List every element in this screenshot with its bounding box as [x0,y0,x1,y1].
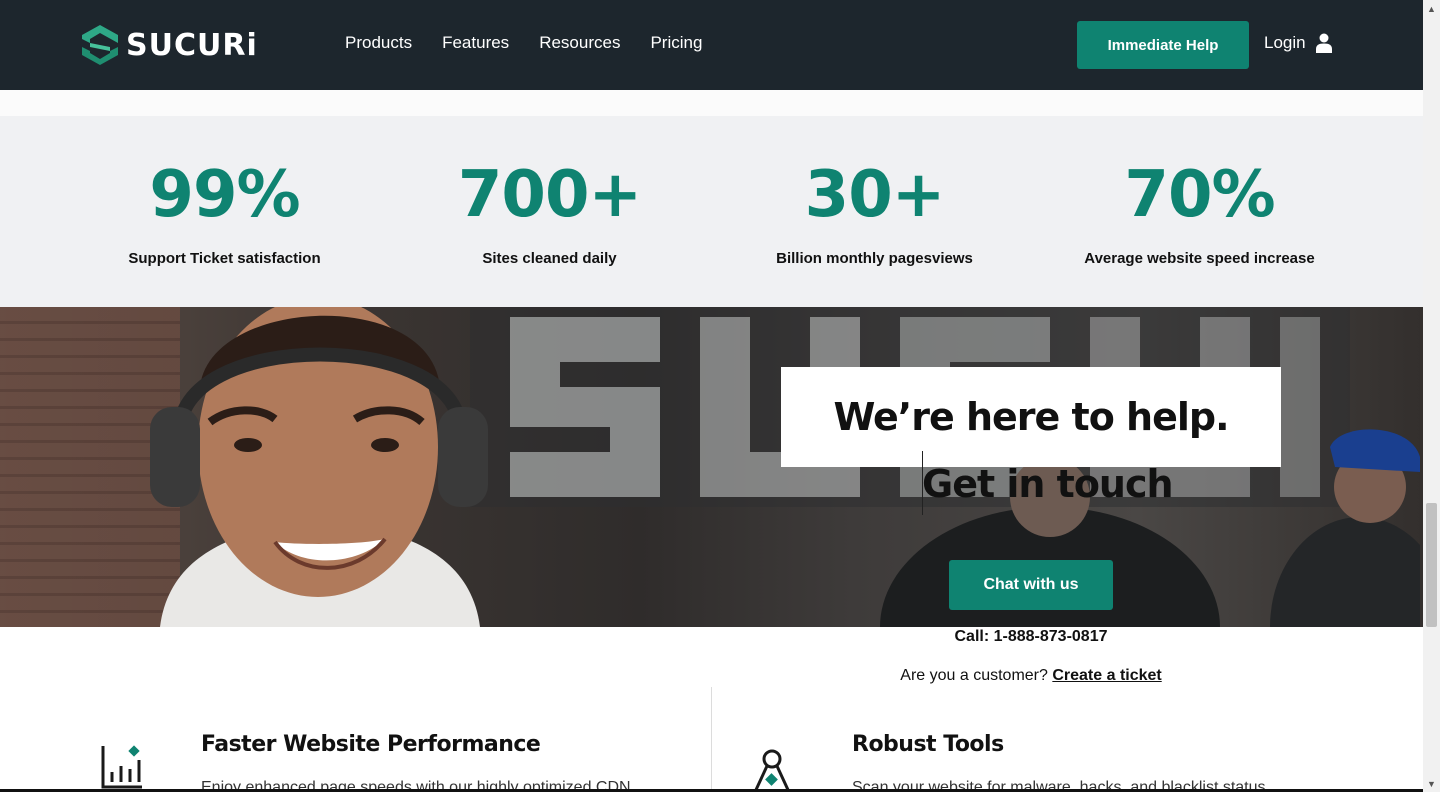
immediate-help-button[interactable]: Immediate Help [1077,21,1249,69]
sucuri-logo-icon [82,25,118,65]
stat-value: 70% [1124,158,1275,232]
bar-chart-icon [101,745,142,789]
login-label: Login [1264,33,1306,52]
feature-title-tools: Robust Tools [852,732,1004,757]
stat-speed: 70% Average website speed increase [1037,156,1362,267]
nav-resources[interactable]: Resources [539,33,620,53]
header-spacer [0,90,1423,116]
nav-pricing[interactable]: Pricing [650,33,702,53]
nav-products[interactable]: Products [345,33,412,53]
stat-sites-cleaned: 700+ Sites cleaned daily [387,156,712,267]
scroll-down-arrow-icon[interactable]: ▼ [1423,775,1440,792]
page: SUCURi Products Features Resources Prici… [0,0,1423,792]
site-header: SUCURi Products Features Resources Prici… [0,0,1423,90]
scroll-up-arrow-icon[interactable]: ▲ [1423,0,1440,17]
user-icon [1315,33,1332,53]
hero-title: We’re here to help. [833,395,1229,439]
compass-icon [753,749,791,792]
stat-pageviews: 30+ Billion monthly pagesviews [712,156,1037,267]
stats-section: 99% Support Ticket satisfaction 700+ Sit… [0,116,1423,307]
stat-value: 99% [149,158,300,232]
customer-line: Are you a customer? Create a ticket [781,667,1281,685]
main-nav: Products Features Resources Pricing [345,33,732,53]
login-link[interactable]: Login [1264,33,1332,53]
stat-value: 700+ [457,158,642,232]
vertical-scrollbar[interactable]: ▲ ▼ [1423,0,1440,792]
stat-support: 99% Support Ticket satisfaction [62,156,387,267]
stat-label: Average website speed increase [1084,250,1315,267]
nav-features[interactable]: Features [442,33,509,53]
chat-with-us-button[interactable]: Chat with us [949,560,1113,610]
stat-value: 30+ [804,158,946,232]
sucuri-logo[interactable]: SUCURi [82,25,258,65]
stat-label: Support Ticket satisfaction [128,250,321,267]
feature-title-performance: Faster Website Performance [201,732,541,757]
features-divider [711,687,712,792]
support-person-image [150,307,488,627]
create-ticket-link[interactable]: Create a ticket [1052,667,1161,684]
stat-label: Sites cleaned daily [482,250,617,267]
call-phone-number[interactable]: Call: 1-888-873-0817 [781,628,1281,646]
customer-prefix: Are you a customer? [900,667,1048,684]
hero-subtitle: Get in touch [922,462,1174,506]
hero-section: We’re here to help. Get in touch Chat wi… [0,307,1423,627]
scrollbar-thumb[interactable] [1426,503,1437,627]
stat-label: Billion monthly pagesviews [776,250,973,267]
logo-text: SUCURi [126,27,258,63]
